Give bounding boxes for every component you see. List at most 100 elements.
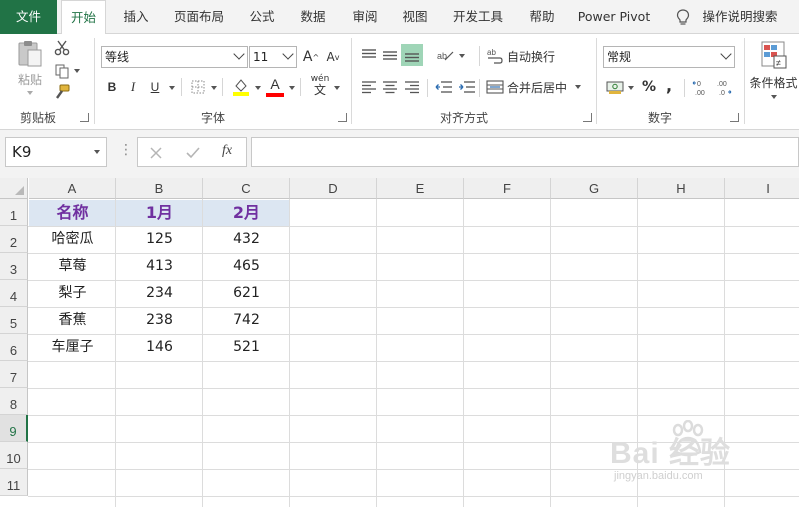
number-launcher-icon[interactable] (730, 113, 739, 122)
cell-a3[interactable]: 草莓 (29, 253, 116, 280)
align-top-icon[interactable] (361, 47, 377, 63)
copy-button[interactable] (52, 62, 82, 80)
clipboard-launcher-icon[interactable] (80, 113, 89, 122)
phonetic-dropdown-icon[interactable] (334, 86, 340, 90)
fill-color-icon[interactable] (232, 77, 250, 97)
font-color-button[interactable]: A (266, 74, 284, 94)
column-header-d[interactable]: D (290, 178, 377, 199)
column-header-i[interactable]: I (725, 178, 799, 199)
row-header-8[interactable]: 8 (0, 388, 28, 415)
tab-developer[interactable]: 开发工具 (446, 0, 510, 34)
borders-icon[interactable] (190, 79, 206, 95)
tab-power-pivot[interactable]: Power Pivot (572, 0, 656, 34)
tab-formulas[interactable]: 公式 (240, 0, 284, 34)
cell-c5[interactable]: 742 (203, 307, 290, 334)
tab-data[interactable]: 数据 (291, 0, 335, 34)
conditional-format-button[interactable]: ≠ 条件格式 (748, 40, 799, 104)
name-box[interactable]: K9 (5, 137, 107, 167)
number-format-combo[interactable]: 常规 (603, 46, 735, 68)
cell-c6[interactable]: 521 (203, 334, 290, 361)
cell-c3[interactable]: 465 (203, 253, 290, 280)
font-launcher-icon[interactable] (338, 113, 347, 122)
column-header-c[interactable]: C (203, 178, 290, 199)
formula-bar-handle-icon[interactable]: ⋮ (119, 143, 133, 157)
column-header-h[interactable]: H (638, 178, 725, 199)
column-header-b[interactable]: B (116, 178, 203, 199)
cell-b3[interactable]: 413 (116, 253, 203, 280)
underline-button[interactable]: U (146, 76, 164, 98)
tab-home[interactable]: 开始 (61, 0, 106, 35)
cell-a4[interactable]: 梨子 (29, 280, 116, 307)
tab-page-layout[interactable]: 页面布局 (168, 0, 230, 34)
row-header-10[interactable]: 10 (0, 442, 28, 469)
decrease-indent-icon[interactable] (435, 79, 453, 95)
row-header-11[interactable]: 11 (0, 469, 28, 496)
cell-b4[interactable]: 234 (116, 280, 203, 307)
align-right-icon[interactable] (404, 79, 420, 95)
align-middle-icon[interactable] (382, 47, 398, 63)
cell-b6[interactable]: 146 (116, 334, 203, 361)
cell-a5[interactable]: 香蕉 (29, 307, 116, 334)
cell-c1[interactable]: 2月 (203, 199, 290, 226)
column-header-a[interactable]: A (29, 178, 116, 199)
insert-function-button[interactable]: fx (222, 143, 232, 159)
row-header-1[interactable]: 1 (0, 199, 28, 226)
phonetic-button[interactable]: wén 文 (309, 74, 331, 96)
align-left-icon[interactable] (361, 79, 377, 95)
alignment-launcher-icon[interactable] (583, 113, 592, 122)
tab-view[interactable]: 视图 (393, 0, 437, 34)
column-header-g[interactable]: G (551, 178, 638, 199)
cancel-icon[interactable] (149, 146, 163, 160)
decrease-decimal-icon[interactable]: .00 .0 (714, 78, 732, 98)
percent-button[interactable]: % (640, 76, 658, 98)
tell-me-search[interactable]: 操作说明搜索 (697, 0, 783, 34)
column-header-f[interactable]: F (464, 178, 551, 199)
decrease-font-button[interactable]: Av (322, 46, 344, 68)
borders-dropdown-icon[interactable] (211, 86, 217, 90)
align-bottom-button[interactable] (401, 44, 423, 66)
row-header-2[interactable]: 2 (0, 226, 28, 253)
tab-review[interactable]: 审阅 (343, 0, 387, 34)
italic-button[interactable]: I (124, 76, 142, 98)
cut-icon[interactable] (54, 40, 70, 56)
cell-c2[interactable]: 432 (203, 226, 290, 253)
cell-b5[interactable]: 238 (116, 307, 203, 334)
wrap-text-button[interactable]: ab 自动换行 (486, 45, 562, 67)
merge-center-button[interactable]: 合并后居中 (486, 76, 586, 98)
row-header-3[interactable]: 3 (0, 253, 28, 280)
tab-help[interactable]: 帮助 (520, 0, 564, 34)
font-size-combo[interactable]: 11 (249, 46, 297, 68)
formula-input[interactable] (251, 137, 799, 167)
bold-button[interactable]: B (103, 76, 121, 98)
font-name-combo[interactable]: 等线 (101, 46, 248, 68)
increase-indent-icon[interactable] (458, 79, 476, 95)
row-header-4[interactable]: 4 (0, 280, 28, 307)
currency-dropdown-icon[interactable] (628, 86, 634, 90)
row-header-7[interactable]: 7 (0, 361, 28, 388)
orientation-dropdown-icon[interactable] (459, 54, 465, 58)
row-header-6[interactable]: 6 (0, 334, 28, 361)
tab-insert[interactable]: 插入 (114, 0, 158, 34)
paste-button[interactable]: 粘贴 (10, 38, 50, 96)
increase-font-button[interactable]: A ^ (300, 46, 322, 68)
row-header-9[interactable]: 9 (0, 415, 28, 442)
select-all-corner[interactable] (0, 178, 28, 199)
cell-a2[interactable]: 哈密瓜 (29, 226, 116, 253)
row-header-5[interactable]: 5 (0, 307, 28, 334)
orientation-icon[interactable]: ab (436, 46, 454, 64)
enter-icon[interactable] (185, 146, 201, 160)
increase-decimal-icon[interactable]: 0 .00 (692, 78, 710, 98)
cell-a1[interactable]: 名称 (29, 199, 116, 226)
comma-button[interactable]: , (662, 74, 676, 96)
cell-b2[interactable]: 125 (116, 226, 203, 253)
underline-dropdown-icon[interactable] (169, 86, 175, 90)
font-color-dropdown-icon[interactable] (289, 86, 295, 90)
fill-color-dropdown-icon[interactable] (255, 86, 261, 90)
align-center-icon[interactable] (382, 79, 398, 95)
cell-c4[interactable]: 621 (203, 280, 290, 307)
format-painter-icon[interactable] (54, 84, 70, 100)
cell-b1[interactable]: 1月 (116, 199, 203, 226)
cell-a6[interactable]: 车厘子 (29, 334, 116, 361)
tab-file[interactable]: 文件 (0, 0, 57, 34)
currency-icon[interactable] (606, 79, 624, 95)
